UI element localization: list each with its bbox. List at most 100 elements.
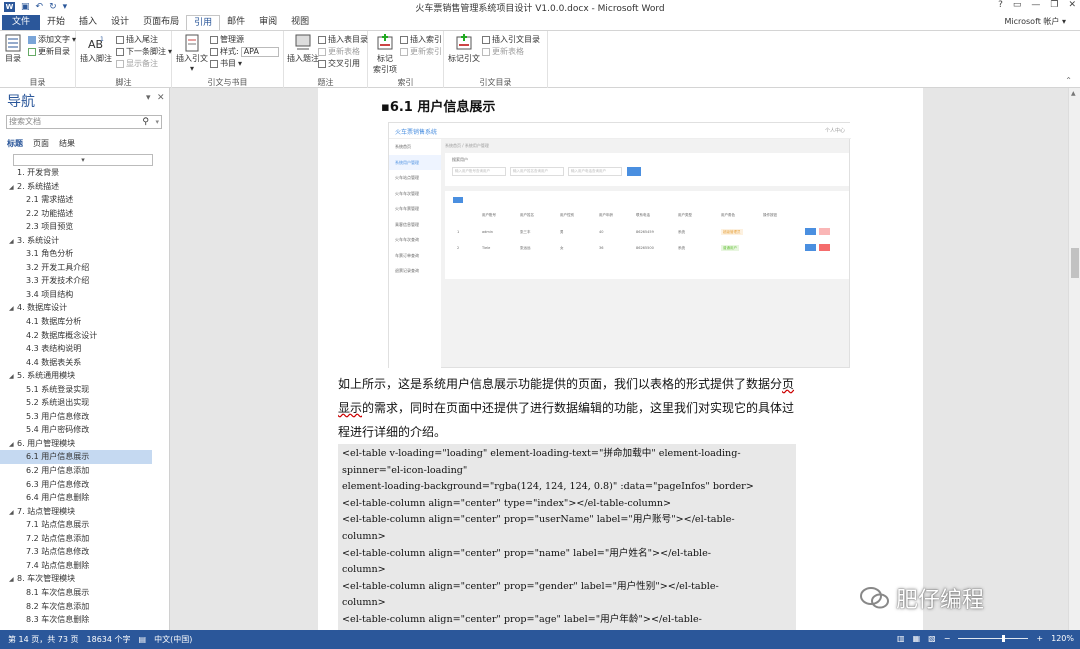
nav-heading-item[interactable]: ◢ 8. 车次管理模块 xyxy=(0,572,170,586)
insert-citation-button[interactable]: 插入引文 ▾ xyxy=(176,34,208,73)
save-icon[interactable]: ▣ xyxy=(21,2,30,12)
nav-subheading-item[interactable]: 5.2 系统退出实现 xyxy=(0,396,170,410)
nav-subheading-item[interactable]: 2.1 需求描述 xyxy=(0,193,170,207)
nav-subheading-item[interactable]: 4.4 数据表关系 xyxy=(0,356,170,370)
nav-subheading-item[interactable]: 3.2 开发工具介绍 xyxy=(0,261,170,275)
tab-design[interactable]: 设计 xyxy=(104,15,136,30)
nav-close-icon[interactable]: ✕ xyxy=(157,93,165,103)
expand-triangle-icon[interactable]: ◢ xyxy=(9,302,17,316)
nav-subheading-item[interactable]: 5.4 用户密码修改 xyxy=(0,423,170,437)
tab-view[interactable]: 视图 xyxy=(284,15,316,30)
word-logo-icon[interactable]: W xyxy=(4,2,15,12)
ribbon-display-options-button[interactable]: ▭ xyxy=(1013,0,1022,10)
tab-review[interactable]: 审阅 xyxy=(252,15,284,30)
vertical-scrollbar[interactable]: ▲ xyxy=(1068,88,1080,630)
proofing-icon[interactable]: ▤ xyxy=(139,635,147,644)
account-menu[interactable]: Microsoft 帐户 ▾ xyxy=(1004,16,1066,27)
nav-heading-item[interactable]: ◢ 5. 系统通用模块 xyxy=(0,369,170,383)
redo-icon[interactable]: ↻ xyxy=(49,2,57,12)
language[interactable]: 中文(中国) xyxy=(154,634,192,645)
nav-subheading-item[interactable]: 4.2 数据库概念设计 xyxy=(0,329,170,343)
nav-tab-headings[interactable]: 标题 xyxy=(7,138,23,149)
expand-triangle-icon[interactable]: ◢ xyxy=(9,506,17,520)
nav-subheading-item[interactable]: 6.2 用户信息添加 xyxy=(0,464,170,478)
style-selector[interactable]: 样式: APA xyxy=(210,46,279,57)
update-toa-button[interactable]: 更新表格 xyxy=(482,46,524,57)
nav-subheading-item[interactable]: 7.4 站点信息删除 xyxy=(0,559,170,573)
nav-collapse-all[interactable]: ▾ xyxy=(13,154,153,166)
toc-button[interactable]: 目录 xyxy=(4,34,22,64)
nav-heading-item[interactable]: ◢ 7. 站点管理模块 xyxy=(0,505,170,519)
collapse-ribbon-icon[interactable]: ⌃ xyxy=(1065,76,1072,85)
search-dropdown-icon[interactable]: ▾ xyxy=(155,116,159,128)
customize-toolbar-icon[interactable]: ▾ xyxy=(63,2,68,12)
tab-file[interactable]: 文件 xyxy=(2,15,41,30)
nav-subheading-item[interactable]: 3.3 开发技术介绍 xyxy=(0,274,170,288)
insert-footnote-button[interactable]: AB 1 插入脚注 xyxy=(80,34,112,64)
minimize-button[interactable]: — xyxy=(1031,0,1040,10)
mark-citation-button[interactable]: 标记引文 xyxy=(448,34,480,64)
nav-subheading-item[interactable]: 7.2 站点信息添加 xyxy=(0,532,170,546)
nav-subheading-item[interactable]: 3.1 角色分析 xyxy=(0,247,170,261)
search-icon[interactable]: ⚲ xyxy=(142,116,149,128)
nav-heading-item[interactable]: 1. 开发背景 xyxy=(0,166,170,180)
nav-heading-item[interactable]: ◢ 2. 系统描述 xyxy=(0,180,170,194)
insert-table-of-figures-button[interactable]: 插入表目录 xyxy=(318,34,368,45)
zoom-in-button[interactable]: + xyxy=(1036,634,1043,643)
expand-triangle-icon[interactable]: ◢ xyxy=(9,573,17,587)
expand-triangle-icon[interactable]: ◢ xyxy=(9,235,17,249)
nav-subheading-item[interactable]: 7.1 站点信息展示 xyxy=(0,518,170,532)
tab-insert[interactable]: 插入 xyxy=(72,15,104,30)
nav-search-input[interactable]: 搜索文档 ⚲ ▾ xyxy=(6,115,162,129)
nav-subheading-item[interactable]: 5.1 系统登录实现 xyxy=(0,383,170,397)
bibliography-button[interactable]: 书目 ▾ xyxy=(210,58,242,69)
nav-subheading-item[interactable]: 2.3 项目预览 xyxy=(0,220,170,234)
scroll-thumb[interactable] xyxy=(1071,248,1079,278)
nav-subheading-item[interactable]: 3.4 项目结构 xyxy=(0,288,170,302)
page-count[interactable]: 第 14 页，共 73 页 xyxy=(8,634,79,645)
web-layout-icon[interactable]: ▧ xyxy=(928,634,936,643)
show-notes-button[interactable]: 显示备注 xyxy=(116,58,158,69)
nav-heading-item[interactable]: ◢ 6. 用户管理模块 xyxy=(0,437,170,451)
insert-toa-button[interactable]: 插入引文目录 xyxy=(482,34,540,45)
nav-subheading-item[interactable]: 8.2 车次信息添加 xyxy=(0,600,170,614)
tab-home[interactable]: 开始 xyxy=(40,15,72,30)
nav-heading-item[interactable]: ◢ 4. 数据库设计 xyxy=(0,301,170,315)
tab-mailings[interactable]: 邮件 xyxy=(220,15,252,30)
tab-references[interactable]: 引用 xyxy=(186,15,221,30)
undo-icon[interactable]: ↶ xyxy=(36,2,44,12)
tab-page-layout[interactable]: 页面布局 xyxy=(136,15,186,30)
insert-endnote-button[interactable]: 插入尾注 xyxy=(116,34,158,45)
mark-entry-button[interactable]: 标记 索引项 xyxy=(373,34,397,75)
nav-subheading-item[interactable]: 7.3 站点信息修改 xyxy=(0,545,170,559)
add-text-button[interactable]: 添加文字 ▾ xyxy=(28,34,76,45)
nav-subheading-item[interactable]: 8.1 车次信息展示 xyxy=(0,586,170,600)
update-table-figures-button[interactable]: 更新表格 xyxy=(318,46,360,57)
cross-reference-button[interactable]: 交叉引用 xyxy=(318,58,360,69)
close-button[interactable]: ✕ xyxy=(1068,0,1076,10)
nav-tab-results[interactable]: 结果 xyxy=(59,138,75,149)
read-mode-icon[interactable]: ▥ xyxy=(897,634,905,643)
next-footnote-button[interactable]: 下一条脚注 ▾ xyxy=(116,46,172,57)
update-toc-button[interactable]: 更新目录 xyxy=(28,46,70,57)
nav-subheading-item[interactable]: 4.3 表结构说明 xyxy=(0,342,170,356)
update-index-button[interactable]: 更新索引 xyxy=(400,46,442,57)
manage-sources-button[interactable]: 管理源 xyxy=(210,34,244,45)
expand-triangle-icon[interactable]: ◢ xyxy=(9,370,17,384)
nav-subheading-item[interactable]: 8.3 车次信息删除 xyxy=(0,613,170,627)
zoom-out-button[interactable]: − xyxy=(944,634,951,643)
nav-heading-item[interactable]: ◢ 3. 系统设计 xyxy=(0,234,170,248)
help-button[interactable]: ? xyxy=(998,0,1003,10)
nav-tab-pages[interactable]: 页面 xyxy=(33,138,49,149)
zoom-level[interactable]: 120% xyxy=(1051,634,1074,643)
expand-triangle-icon[interactable]: ◢ xyxy=(9,181,17,195)
insert-caption-button[interactable]: 插入题注 xyxy=(287,34,319,64)
nav-subheading-item[interactable]: 2.2 功能描述 xyxy=(0,207,170,221)
restore-button[interactable]: ❐ xyxy=(1050,0,1058,10)
expand-triangle-icon[interactable]: ◢ xyxy=(9,438,17,452)
style-select[interactable]: APA xyxy=(240,46,279,57)
word-count[interactable]: 18634 个字 xyxy=(87,634,131,645)
print-layout-icon[interactable]: ▦ xyxy=(913,634,921,643)
scroll-up-icon[interactable]: ▲ xyxy=(1071,90,1076,97)
insert-index-button[interactable]: 插入索引 xyxy=(400,34,442,45)
